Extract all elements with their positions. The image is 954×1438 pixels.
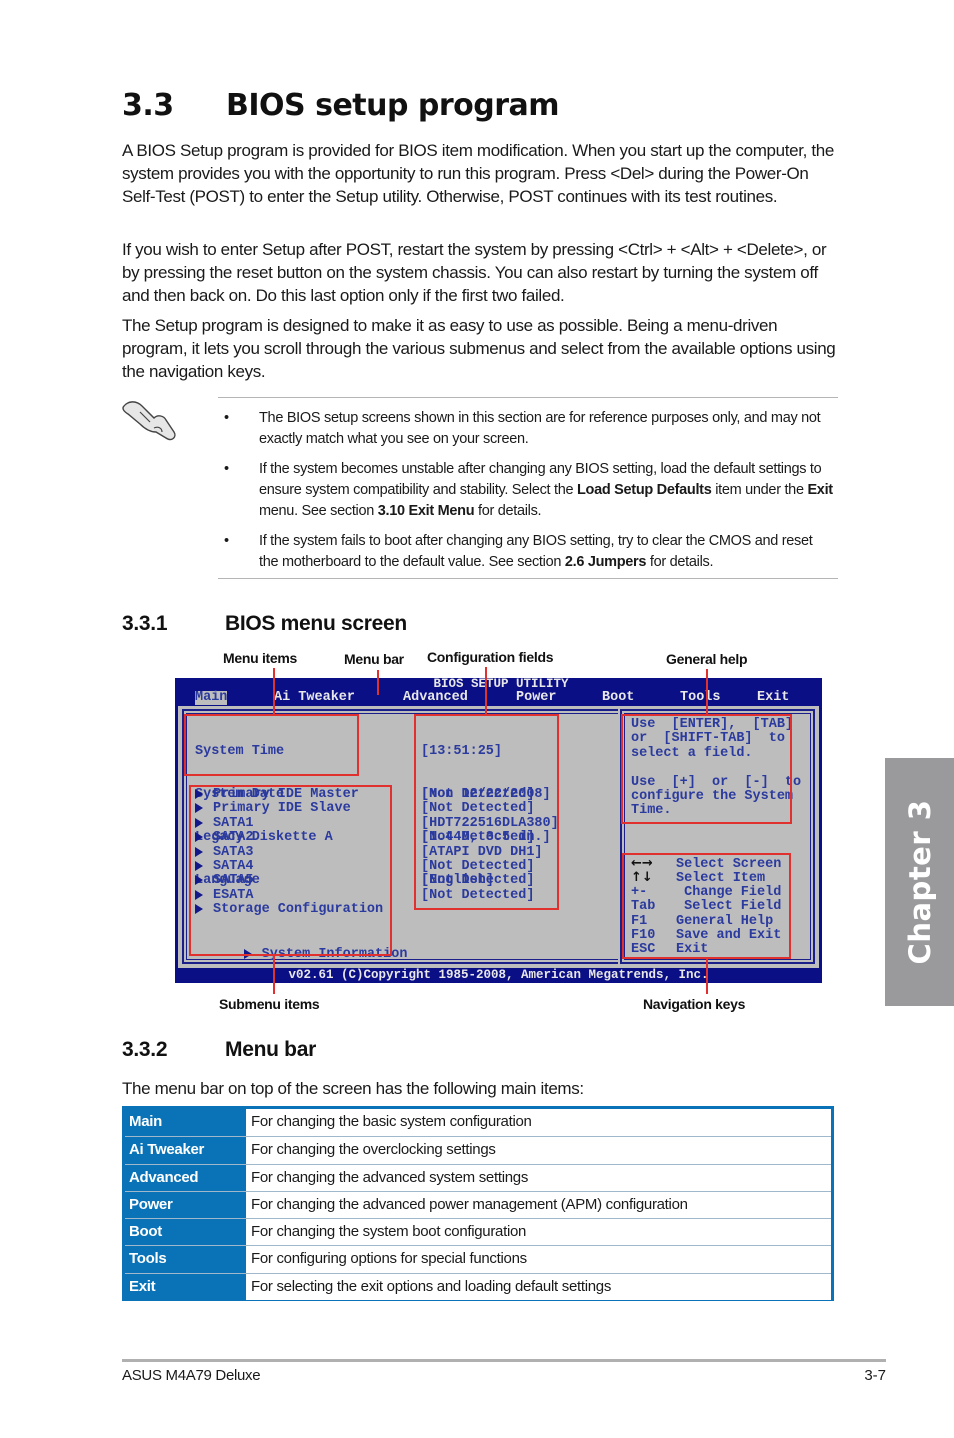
- chapter-label: Chapter 3: [902, 799, 937, 965]
- callout-general-help: General help: [666, 651, 748, 667]
- table-cell-item: Advanced: [129, 1168, 199, 1186]
- table-cell-description: For changing the advanced power manageme…: [246, 1191, 831, 1219]
- chapter-tab: Chapter 3: [885, 758, 954, 1006]
- table-row: Advanced For changing the advanced system…: [125, 1163, 831, 1191]
- leader-line-menu-bar: [377, 670, 379, 695]
- bios-tab-boot[interactable]: Boot: [602, 691, 634, 705]
- note-top-divider: [218, 397, 838, 398]
- table-cell-description: For selecting the exit options and loadi…: [246, 1273, 831, 1301]
- note-text: for details.: [646, 554, 714, 570]
- note-text: The BIOS setup screens shown in this sec…: [259, 410, 821, 447]
- callout-box-navigation-keys: [622, 853, 791, 959]
- menu-bar-intro: The menu bar on top of the screen has th…: [122, 1079, 584, 1098]
- footer-product-name: ASUS M4A79 Deluxe: [122, 1367, 261, 1384]
- note-text: item under the: [711, 482, 808, 498]
- note-item: • If the system fails to boot after chang…: [224, 531, 834, 573]
- bullet-icon: •: [224, 410, 229, 426]
- table-cell-description: For changing the basic system configurat…: [246, 1109, 831, 1137]
- subsection-number: 3.3.1: [122, 612, 168, 635]
- table-row: Exit For selecting the exit options and l…: [125, 1272, 831, 1301]
- hand-pointer-icon: [120, 398, 180, 442]
- subsection-title: BIOS menu screen: [225, 612, 407, 635]
- bios-tab-advanced[interactable]: Advanced: [403, 691, 468, 705]
- callout-box-menu-items: [184, 714, 359, 776]
- intro-paragraph-2: If you wish to enter Setup after POST, r…: [122, 240, 827, 305]
- bios-tab-tools[interactable]: Tools: [680, 691, 721, 705]
- callout-menu-items: Menu items: [223, 650, 298, 666]
- note-item: • The BIOS setup screens shown in this se…: [224, 408, 834, 450]
- table-cell-item: Ai Tweaker: [129, 1141, 205, 1159]
- section-number: 3.3: [122, 88, 174, 123]
- bullet-icon: •: [224, 461, 229, 477]
- footer-divider: [122, 1359, 886, 1362]
- callout-menu-bar: Menu bar: [344, 651, 404, 667]
- table-cell-item: Tools: [129, 1250, 167, 1268]
- bios-tab-exit[interactable]: Exit: [757, 691, 789, 705]
- table-cell-item: Boot: [129, 1223, 162, 1241]
- callout-configuration-fields: Configuration fields: [427, 649, 554, 665]
- intro-paragraph-1: A BIOS Setup program is provided for BIO…: [122, 141, 834, 206]
- leader-line-configuration-fields: [485, 667, 487, 714]
- table-cell-description: For changing the advanced system setting…: [246, 1164, 831, 1191]
- section-title: BIOS setup program: [226, 88, 560, 123]
- leader-line-navigation-keys: [706, 959, 708, 994]
- note-text: for details.: [474, 503, 542, 519]
- note-emphasis: Load Setup Defaults: [577, 482, 712, 498]
- leader-line-submenu-items: [273, 956, 275, 994]
- bullet-icon: •: [224, 533, 229, 549]
- table-row: Ai Tweaker For changing the overclocking …: [125, 1136, 831, 1164]
- section-heading: 3.3 BIOS setup program: [122, 88, 560, 123]
- note-item: • If the system becomes unstable after ch…: [224, 459, 834, 522]
- table-cell-item: Main: [129, 1113, 162, 1130]
- note-emphasis: 2.6 Jumpers: [564, 554, 647, 570]
- table-row: Boot For changing the system boot configu…: [125, 1218, 831, 1246]
- leader-line-menu-items: [273, 668, 275, 714]
- bios-tab-ai-tweaker[interactable]: Ai Tweaker: [274, 691, 355, 705]
- menu-bar-table: Main For changing the basic system config…: [122, 1106, 834, 1301]
- callout-submenu-items: Submenu items: [219, 996, 320, 1012]
- table-cell-description: For changing the system boot configurati…: [246, 1219, 831, 1246]
- table-row: Tools For configuring options for special…: [125, 1245, 831, 1273]
- subsection-number: 3.3.2: [122, 1038, 168, 1061]
- subsection-heading-menu-bar: 3.3.2 Menu bar: [122, 1038, 316, 1062]
- note-bottom-divider: [218, 578, 838, 579]
- note-emphasis: 3.10 Exit Menu: [377, 503, 475, 519]
- note-text: If the system fails to boot after changi…: [259, 533, 813, 570]
- leader-line-general-help: [706, 669, 708, 714]
- subsection-heading-bios-menu-screen: 3.3.1 BIOS menu screen: [122, 612, 407, 636]
- table-row: Power For changing the advanced power man…: [125, 1190, 831, 1219]
- table-cell-item: Power: [129, 1195, 173, 1213]
- table-row: Main For changing the basic system config…: [125, 1109, 831, 1137]
- subsection-title: Menu bar: [225, 1038, 316, 1061]
- note-list: • The BIOS setup screens shown in this se…: [224, 408, 834, 582]
- bios-tab-power[interactable]: Power: [516, 691, 557, 705]
- callout-box-submenu-items: [189, 785, 392, 956]
- note-emphasis: Exit: [807, 482, 833, 498]
- table-cell-description: For changing the overclocking settings: [246, 1137, 831, 1164]
- note-text: menu. See section: [259, 503, 378, 519]
- callout-navigation-keys: Navigation keys: [643, 996, 746, 1012]
- callout-box-general-help: [621, 714, 792, 824]
- footer-page-number: 3-7: [864, 1367, 886, 1384]
- intro-paragraph-3: The Setup program is designed to make it…: [122, 316, 836, 381]
- table-cell-item: Exit: [129, 1277, 156, 1295]
- callout-box-configuration-fields: [414, 714, 559, 910]
- table-cell-description: For configuring options for special func…: [246, 1246, 831, 1273]
- bios-tab-main[interactable]: Main: [195, 691, 228, 705]
